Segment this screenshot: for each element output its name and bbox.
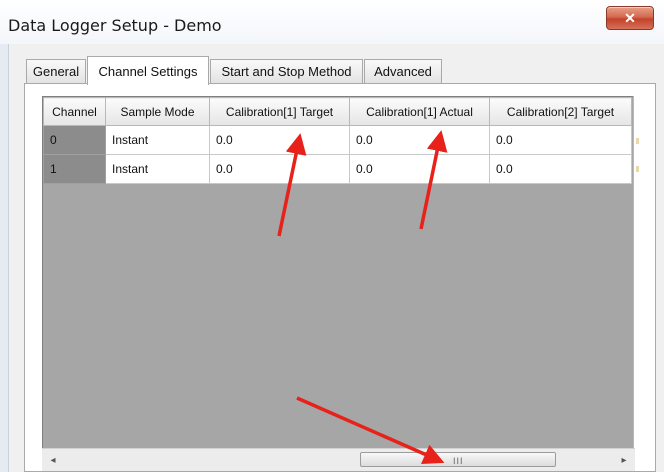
grip-icon: III xyxy=(453,456,464,466)
cell-sample-mode[interactable]: Instant xyxy=(105,125,210,155)
column-header-calibration-1-actual[interactable]: Calibration[1] Actual xyxy=(349,97,490,126)
tab-general[interactable]: General xyxy=(26,59,86,83)
scroll-left-arrow-icon[interactable]: ◂ xyxy=(46,453,60,467)
window-left-border xyxy=(0,44,9,472)
close-icon: ✕ xyxy=(624,9,636,26)
horizontal-scrollbar[interactable]: ◂ III ▸ xyxy=(42,448,635,471)
title-bar[interactable]: Data Logger Setup - Demo ✕ xyxy=(0,0,664,44)
row-header-channel[interactable]: 0 xyxy=(43,125,106,155)
table-row[interactable]: 1 Instant 0.0 0.0 0.0 xyxy=(43,154,632,184)
cell-calibration-1-actual[interactable]: 0.0 xyxy=(349,125,490,155)
cell-calibration-2-target[interactable]: 0.0 xyxy=(489,125,632,155)
grid-right-edge xyxy=(633,96,642,448)
cell-calibration-1-target[interactable]: 0.0 xyxy=(209,125,350,155)
tab-start-and-stop-method[interactable]: Start and Stop Method xyxy=(210,59,363,83)
cell-calibration-2-target[interactable]: 0.0 xyxy=(489,154,632,184)
column-header-calibration-2-target[interactable]: Calibration[2] Target xyxy=(489,97,632,126)
tab-label: Advanced xyxy=(374,64,432,79)
header-row: Channel Sample Mode Calibration[1] Targe… xyxy=(43,97,632,126)
cell-calibration-1-target[interactable]: 0.0 xyxy=(209,154,350,184)
column-header-sample-mode[interactable]: Sample Mode xyxy=(105,97,210,126)
tab-label: Channel Settings xyxy=(98,63,198,79)
tab-channel-settings[interactable]: Channel Settings xyxy=(87,56,209,85)
channel-settings-grid[interactable]: Channel Sample Mode Calibration[1] Targe… xyxy=(42,96,635,449)
cell-edge-marker xyxy=(636,138,639,144)
tab-advanced[interactable]: Advanced xyxy=(364,59,442,83)
channel-table: Channel Sample Mode Calibration[1] Targe… xyxy=(43,97,632,184)
close-button[interactable]: ✕ xyxy=(606,6,654,30)
data-logger-setup-window: Data Logger Setup - Demo ✕ General Chann… xyxy=(0,0,664,472)
scroll-right-arrow-icon[interactable]: ▸ xyxy=(617,453,631,467)
window-title: Data Logger Setup - Demo xyxy=(8,16,222,35)
cell-edge-marker xyxy=(636,166,639,172)
cell-sample-mode[interactable]: Instant xyxy=(105,154,210,184)
column-header-calibration-1-target[interactable]: Calibration[1] Target xyxy=(209,97,350,126)
cell-calibration-1-actual[interactable]: 0.0 xyxy=(349,154,490,184)
table-row[interactable]: 0 Instant 0.0 0.0 0.0 xyxy=(43,125,632,155)
scrollbar-thumb[interactable]: III xyxy=(360,452,556,467)
row-header-channel[interactable]: 1 xyxy=(43,154,106,184)
tab-label: Start and Stop Method xyxy=(221,64,352,79)
tab-label: General xyxy=(32,64,80,79)
column-header-channel[interactable]: Channel xyxy=(43,97,106,126)
